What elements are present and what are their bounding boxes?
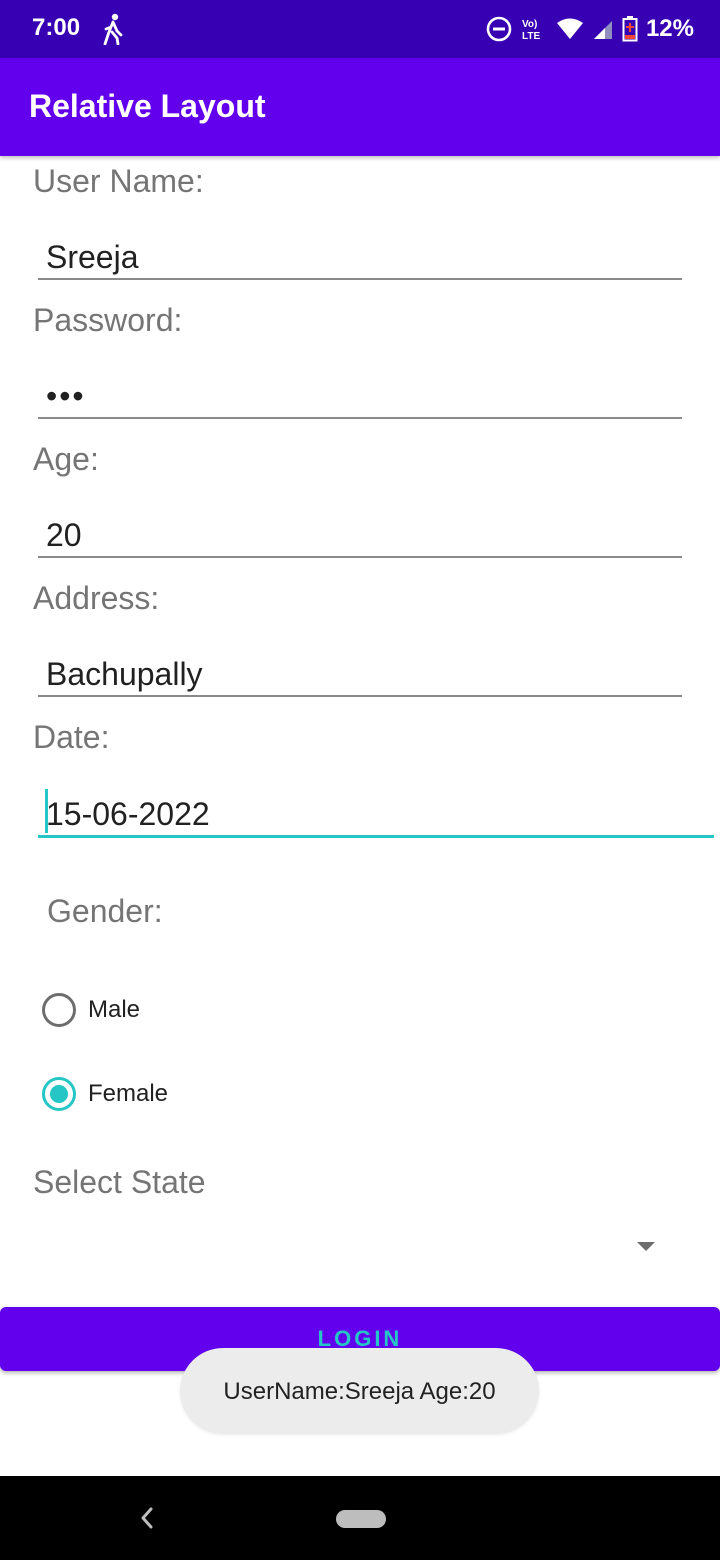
username-label: User Name: bbox=[33, 163, 204, 199]
radio-female[interactable]: Female bbox=[42, 1077, 168, 1111]
state-label: Select State bbox=[33, 1164, 206, 1200]
battery-icon bbox=[622, 16, 638, 42]
dropdown-arrow-icon[interactable] bbox=[637, 1242, 655, 1251]
username-field[interactable]: Sreeja bbox=[38, 220, 682, 280]
username-value: Sreeja bbox=[46, 239, 139, 275]
status-icons: Vo) LTE 12% bbox=[486, 14, 694, 44]
date-value: 15-06-2022 bbox=[46, 796, 210, 832]
wifi-icon bbox=[556, 18, 583, 39]
password-label: Password: bbox=[33, 302, 183, 338]
address-value: Bachupally bbox=[46, 656, 203, 692]
password-value: ••• bbox=[46, 378, 86, 414]
age-label: Age: bbox=[33, 441, 99, 477]
app-bar: Relative Layout bbox=[0, 58, 720, 156]
volte-icon: Vo) LTE bbox=[522, 19, 540, 42]
gender-label: Gender: bbox=[47, 893, 163, 929]
battery-percent: 12% bbox=[645, 15, 694, 42]
toast: UserName:Sreeja Age:20 bbox=[180, 1348, 539, 1434]
signal-icon bbox=[593, 21, 612, 39]
back-icon[interactable] bbox=[137, 1503, 157, 1533]
home-pill[interactable] bbox=[336, 1510, 386, 1528]
radio-male[interactable]: Male bbox=[42, 993, 140, 1027]
toast-message: UserName:Sreeja Age:20 bbox=[223, 1378, 496, 1405]
date-field[interactable]: 15-06-2022 bbox=[38, 778, 714, 838]
radio-unchecked-icon bbox=[42, 993, 76, 1027]
address-field[interactable]: Bachupally bbox=[38, 637, 682, 697]
age-value: 20 bbox=[46, 517, 82, 553]
state-spinner[interactable] bbox=[33, 1222, 673, 1272]
do-not-disturb-icon bbox=[486, 16, 512, 42]
svg-text:LTE: LTE bbox=[522, 31, 540, 42]
radio-female-label: Female bbox=[88, 1080, 169, 1107]
app-title: Relative Layout bbox=[29, 88, 266, 124]
radio-male-label: Male bbox=[88, 996, 141, 1023]
password-field[interactable]: ••• bbox=[38, 359, 682, 419]
radio-checked-icon bbox=[42, 1077, 76, 1111]
age-field[interactable]: 20 bbox=[38, 498, 682, 558]
svg-text:Vo): Vo) bbox=[522, 19, 537, 30]
walking-icon bbox=[103, 13, 123, 45]
status-time: 7:00 bbox=[32, 14, 81, 41]
status-bar: 7:00 Vo) LTE 12% bbox=[0, 0, 720, 58]
date-label: Date: bbox=[33, 719, 110, 755]
address-label: Address: bbox=[33, 580, 160, 616]
